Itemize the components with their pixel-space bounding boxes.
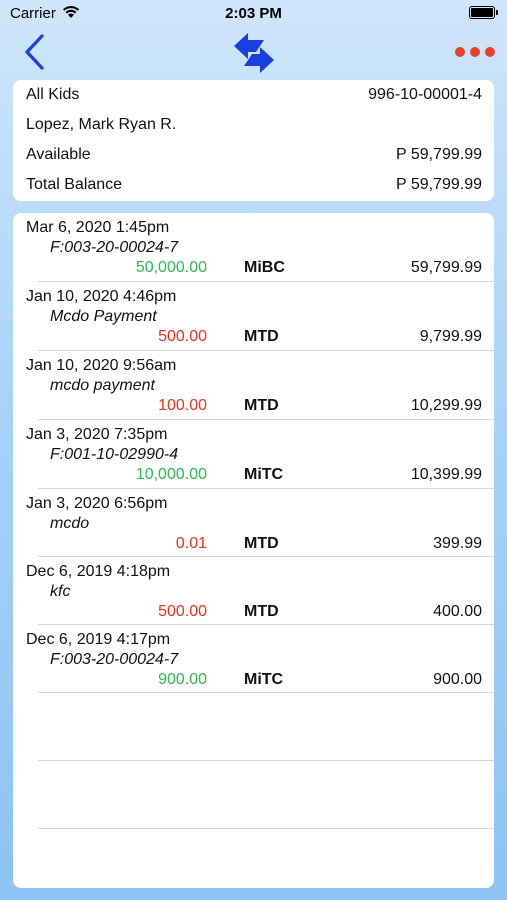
sync-button[interactable] — [230, 30, 278, 76]
battery-icon — [469, 6, 498, 19]
transaction-balance: 59,799.99 — [410, 259, 482, 276]
holder-name: Lopez, Mark Ryan R. — [26, 116, 177, 133]
transaction-amount: 900.00 — [158, 671, 207, 688]
transaction-balance: 9,799.99 — [419, 328, 482, 345]
account-row: All Kids 996-10-00001-4 — [26, 80, 482, 110]
transaction-description: F:001-10-02990-4 — [50, 446, 179, 463]
transaction-description: Mcdo Payment — [50, 308, 157, 325]
transaction-date: Jan 3, 2020 6:56pm — [26, 495, 168, 512]
back-button[interactable] — [18, 32, 52, 72]
status-bar: Carrier 2:03 PM — [0, 0, 507, 28]
transaction-balance: 900.00 — [433, 671, 482, 688]
available-label: Available — [26, 146, 91, 163]
account-number: 996-10-00001-4 — [368, 86, 482, 103]
transaction-date: Jan 10, 2020 9:56am — [26, 357, 177, 374]
transaction-description: kfc — [50, 583, 71, 600]
transaction-list[interactable]: Mar 6, 2020 1:45pm F:003-20-00024-7 50,0… — [13, 213, 494, 888]
transaction-balance: 400.00 — [433, 603, 482, 620]
row-divider — [38, 828, 494, 829]
transaction-description: mcdo payment — [50, 377, 155, 394]
transaction-type: MTD — [244, 535, 279, 552]
account-summary-card: All Kids 996-10-00001-4 Lopez, Mark Ryan… — [13, 80, 494, 201]
transaction-date: Dec 6, 2019 4:18pm — [26, 563, 171, 580]
transaction-type: MTD — [244, 397, 279, 414]
transaction-date: Jan 10, 2020 4:46pm — [26, 288, 177, 305]
total-balance-label: Total Balance — [26, 176, 123, 193]
transaction-amount: 500.00 — [158, 328, 207, 345]
transaction-row[interactable]: Jan 3, 2020 6:56pm mcdo 0.01 MTD 399.99 — [13, 489, 494, 557]
transaction-row[interactable]: Mar 6, 2020 1:45pm F:003-20-00024-7 50,0… — [13, 213, 494, 281]
transaction-date: Mar 6, 2020 1:45pm — [26, 219, 170, 236]
row-divider — [38, 692, 494, 693]
transaction-amount: 0.01 — [175, 535, 207, 552]
account-name: All Kids — [26, 86, 80, 103]
transaction-description: F:003-20-00024-7 — [50, 651, 179, 668]
transaction-row[interactable]: Dec 6, 2019 4:18pm kfc 500.00 MTD 400.00 — [13, 557, 494, 625]
holder-row: Lopez, Mark Ryan R. — [26, 110, 482, 140]
available-value: P 59,799.99 — [395, 146, 482, 163]
transaction-row[interactable]: Jan 10, 2020 9:56am mcdo payment 100.00 … — [13, 351, 494, 419]
nav-bar — [0, 28, 507, 78]
transaction-date: Dec 6, 2019 4:17pm — [26, 631, 171, 648]
transaction-amount: 50,000.00 — [135, 259, 207, 276]
transaction-type: MTD — [244, 328, 279, 345]
transaction-row[interactable]: Jan 10, 2020 4:46pm Mcdo Payment 500.00 … — [13, 282, 494, 350]
transaction-type: MTD — [244, 603, 279, 620]
more-dot-icon — [485, 47, 495, 57]
row-divider — [38, 760, 494, 761]
transaction-row[interactable]: Dec 6, 2019 4:17pm F:003-20-00024-7 900.… — [13, 625, 494, 693]
transaction-row[interactable]: Jan 3, 2020 7:35pm F:001-10-02990-4 10,0… — [13, 420, 494, 488]
transaction-type: MiTC — [244, 466, 284, 483]
more-dot-icon — [455, 47, 465, 57]
total-balance-value: P 59,799.99 — [395, 176, 482, 193]
transaction-amount: 500.00 — [158, 603, 207, 620]
transaction-date: Jan 3, 2020 7:35pm — [26, 426, 168, 443]
transaction-description: mcdo — [50, 515, 90, 532]
available-row: Available P 59,799.99 — [26, 140, 482, 170]
transaction-balance: 399.99 — [433, 535, 482, 552]
sync-arrows-icon — [234, 33, 274, 73]
transaction-balance: 10,299.99 — [410, 397, 482, 414]
transaction-type: MiTC — [244, 671, 284, 688]
transaction-type: MiBC — [244, 259, 285, 276]
status-time: 2:03 PM — [225, 5, 282, 22]
more-dot-icon — [470, 47, 480, 57]
transaction-balance: 10,399.99 — [410, 466, 482, 483]
more-button[interactable] — [455, 42, 495, 62]
transaction-description: F:003-20-00024-7 — [50, 239, 179, 256]
transaction-amount: 100.00 — [158, 397, 207, 414]
transaction-amount: 10,000.00 — [135, 466, 207, 483]
total-balance-row: Total Balance P 59,799.99 — [26, 170, 482, 200]
